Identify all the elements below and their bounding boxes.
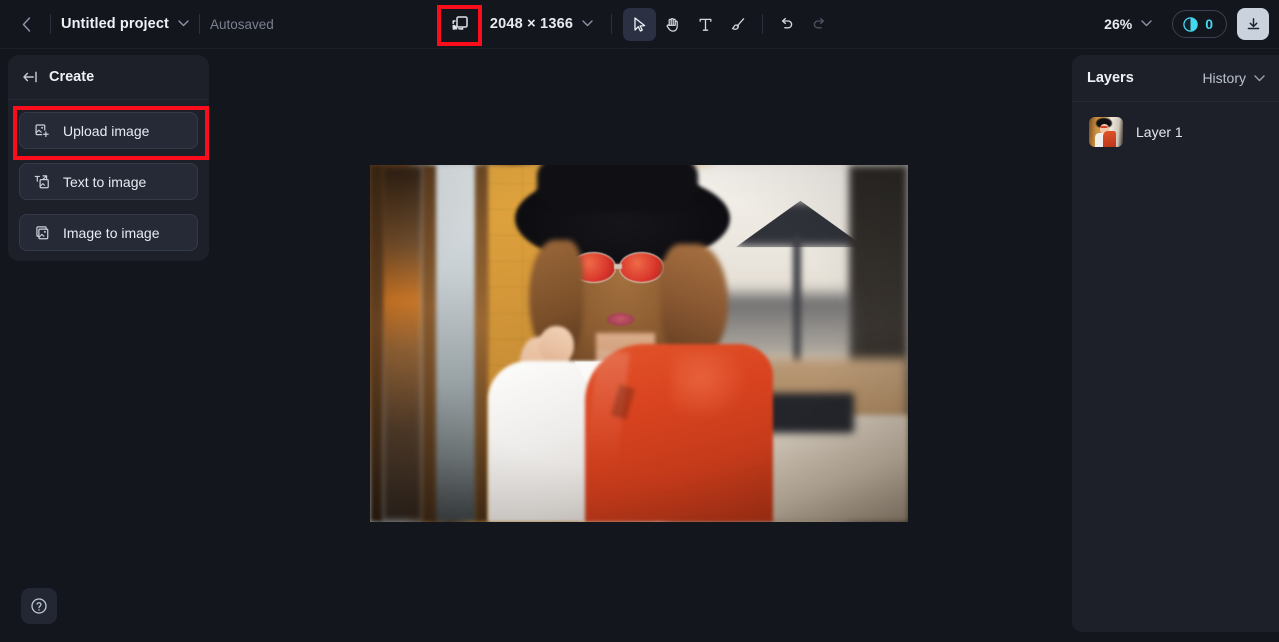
create-panel-title: Create [49, 69, 95, 85]
upload-image-label: Upload image [63, 122, 150, 139]
history-tab[interactable]: History [1202, 70, 1265, 86]
help-button[interactable] [21, 588, 57, 624]
history-chevron-down-icon[interactable] [1254, 74, 1265, 82]
tool-hand[interactable] [656, 8, 689, 41]
image-to-image-icon [34, 225, 50, 241]
layers-tab[interactable]: Layers [1087, 70, 1134, 86]
layers-panel: Layers History Layer 1 [1072, 55, 1279, 632]
upload-image-icon [34, 123, 50, 139]
divider [198, 14, 200, 34]
back-button[interactable] [12, 9, 40, 39]
divider [762, 14, 764, 34]
tool-redo[interactable] [803, 8, 836, 41]
create-panel-header: Create [8, 55, 209, 100]
dimensions-chevron-down-icon[interactable] [582, 19, 593, 30]
zoom-level: 26% [1104, 16, 1133, 32]
resize-canvas-button[interactable] [443, 7, 477, 41]
tool-select[interactable] [623, 7, 657, 41]
tool-text[interactable] [689, 8, 722, 41]
project-chevron-down-icon[interactable] [178, 19, 189, 30]
credits-coin-icon [1183, 16, 1198, 32]
text-to-image-button[interactable]: Text to image [19, 163, 198, 200]
divider [50, 14, 51, 34]
upload-image-button[interactable]: Upload image [19, 112, 198, 149]
image-to-image-button[interactable]: Image to image [19, 214, 198, 251]
layers-panel-header: Layers History [1072, 55, 1279, 102]
text-to-image-label: Text to image [63, 173, 147, 190]
history-label: History [1202, 70, 1246, 86]
credits-badge[interactable]: 0 [1172, 10, 1227, 38]
collapse-panel-icon[interactable] [22, 70, 38, 84]
tool-brush[interactable] [722, 8, 755, 41]
layers-list: Layer 1 [1072, 102, 1279, 162]
text-to-image-icon [34, 174, 50, 190]
zoom-control[interactable]: 26% [1096, 12, 1156, 36]
create-options-list: Upload image Text to image Image to imag… [8, 100, 209, 251]
canvas-dimensions[interactable]: 2048 × 1366 [490, 16, 573, 32]
autosave-status: Autosaved [209, 16, 274, 32]
credits-count: 0 [1205, 16, 1213, 32]
download-button[interactable] [1237, 8, 1269, 40]
toolbar-left-group: Untitled project Autosaved [0, 9, 274, 39]
layer-list-item[interactable]: Layer 1 [1083, 112, 1268, 152]
canvas-area[interactable] [209, 49, 1070, 642]
top-toolbar: Untitled project Autosaved 2048 × 1366 2… [0, 0, 1279, 49]
layer-thumbnail [1089, 117, 1123, 147]
zoom-chevron-down-icon[interactable] [1141, 19, 1152, 30]
layer-name: Layer 1 [1136, 124, 1183, 140]
artboard[interactable] [370, 165, 908, 522]
toolbar-right-group: 26% 0 [1096, 8, 1269, 40]
canvas-photo [370, 165, 908, 522]
divider [611, 14, 613, 34]
image-to-image-label: Image to image [63, 224, 160, 241]
tool-undo[interactable] [770, 8, 803, 41]
project-title[interactable]: Untitled project [61, 16, 169, 32]
create-panel: Create Upload image Text to image Image … [8, 55, 209, 261]
